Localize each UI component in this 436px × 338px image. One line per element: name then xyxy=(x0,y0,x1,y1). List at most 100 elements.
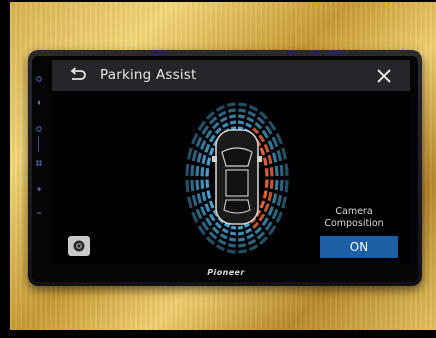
sensor-segment xyxy=(196,193,203,204)
sensor-segment xyxy=(208,231,218,240)
power-icon[interactable] xyxy=(36,76,42,82)
sensor-segment xyxy=(214,127,222,135)
sensor-segment xyxy=(269,166,274,177)
camera-composition-toggle[interactable]: ON xyxy=(320,236,398,258)
sensor-segment xyxy=(226,249,236,254)
sensor-segment xyxy=(190,164,195,177)
sensor-segment xyxy=(263,143,270,153)
sensor-segment xyxy=(268,225,277,236)
sensor-segment xyxy=(261,217,269,227)
apps-icon[interactable] xyxy=(36,160,42,166)
sensor-segment xyxy=(191,211,199,224)
sensor-segment xyxy=(229,231,237,236)
sensor-segment xyxy=(201,221,210,231)
sensor-segment xyxy=(252,127,260,135)
sensor-segment xyxy=(263,203,270,213)
sensor-segment xyxy=(237,120,245,125)
sensor-segment xyxy=(238,108,247,113)
sensor-segment xyxy=(261,129,269,139)
sensor-segment xyxy=(271,136,279,148)
sensor-segment xyxy=(219,233,228,240)
sensor-segment xyxy=(199,206,207,216)
sensor-segment xyxy=(274,179,279,191)
sensor-segment xyxy=(284,180,289,193)
sensor-segment xyxy=(230,126,237,131)
sensor-segment xyxy=(200,166,205,177)
sensor-segment xyxy=(226,102,236,107)
sensor-segment xyxy=(281,147,287,160)
sensor-segment xyxy=(264,168,269,177)
sensor-segment xyxy=(259,236,269,245)
sensor-segment xyxy=(206,190,212,199)
sensor-segment xyxy=(205,168,210,177)
sensor-segment xyxy=(230,225,237,230)
sensor-segment xyxy=(276,194,283,207)
sensor-segment xyxy=(195,179,200,191)
sensor-segment xyxy=(267,154,273,165)
page-title: Parking Assist xyxy=(100,67,197,83)
sensor-segment xyxy=(254,226,263,235)
sensor-segment xyxy=(205,236,215,245)
sensor-segment xyxy=(200,179,205,190)
car-icon xyxy=(212,129,262,225)
sensor-segment xyxy=(195,165,200,177)
sensor-segment xyxy=(268,120,277,131)
sensor-segment xyxy=(279,164,284,177)
sensor-segment xyxy=(269,179,274,190)
sensor-segment xyxy=(247,238,257,246)
display-screen: Parking Assist Camera Composition ON xyxy=(52,60,410,264)
sensor-segment xyxy=(208,134,216,143)
sensor-segment xyxy=(227,243,236,248)
sensor-segment xyxy=(215,244,226,252)
close-icon[interactable] xyxy=(374,66,394,86)
sensor-segment xyxy=(264,179,269,188)
sensor-segment xyxy=(258,134,266,143)
sensor-segment xyxy=(254,121,263,130)
sensor-segment xyxy=(264,125,273,135)
sensor-segment xyxy=(185,180,190,193)
sensor-segment xyxy=(201,154,207,165)
sensor-segment xyxy=(267,140,275,150)
sensor-segment xyxy=(262,157,268,166)
volume-up-icon[interactable] xyxy=(36,186,42,192)
sensor-segment xyxy=(237,225,244,230)
sensor-segment xyxy=(217,238,227,246)
sensor-segment xyxy=(248,104,259,112)
sensor-segment xyxy=(197,120,206,131)
sensor-segment xyxy=(228,237,236,242)
sensor-segment xyxy=(259,147,266,156)
sensor-segment xyxy=(281,196,287,209)
sensor-segment xyxy=(245,227,253,234)
sensor-segment xyxy=(206,157,212,166)
sensor-segment xyxy=(271,208,279,220)
sensor-segment xyxy=(191,194,198,207)
sensor-segment xyxy=(259,111,269,120)
brand-logo: Pioneer xyxy=(207,268,245,277)
sensor-segment xyxy=(214,221,222,229)
sensor-segment xyxy=(190,179,195,192)
back-arrow-icon[interactable] xyxy=(68,66,88,84)
sensor-segment xyxy=(267,191,273,202)
camera-composition-label: Camera Composition xyxy=(324,206,384,229)
sensor-segment xyxy=(274,165,279,177)
camera-view-button[interactable] xyxy=(68,236,90,256)
sensor-segment xyxy=(205,217,213,227)
sensor-segment xyxy=(252,221,260,229)
sensor-segment xyxy=(246,233,255,240)
sensor-segment xyxy=(271,193,278,204)
sensor-segment xyxy=(256,116,266,125)
sensor-segment xyxy=(238,102,248,107)
side-divider xyxy=(38,136,39,152)
title-bar: Parking Assist xyxy=(52,60,410,91)
sensor-segment xyxy=(221,227,229,234)
sensor-segment xyxy=(208,213,216,222)
mic-icon[interactable] xyxy=(36,100,42,106)
sensor-segment xyxy=(187,196,193,209)
sensor-segment xyxy=(229,120,237,125)
sensor-segment xyxy=(211,121,220,130)
volume-down-icon[interactable] xyxy=(36,210,42,216)
sensor-segment xyxy=(208,200,215,209)
sensor-segment xyxy=(195,136,203,148)
sensor-segment xyxy=(228,114,236,119)
nav-icon[interactable] xyxy=(36,126,42,132)
